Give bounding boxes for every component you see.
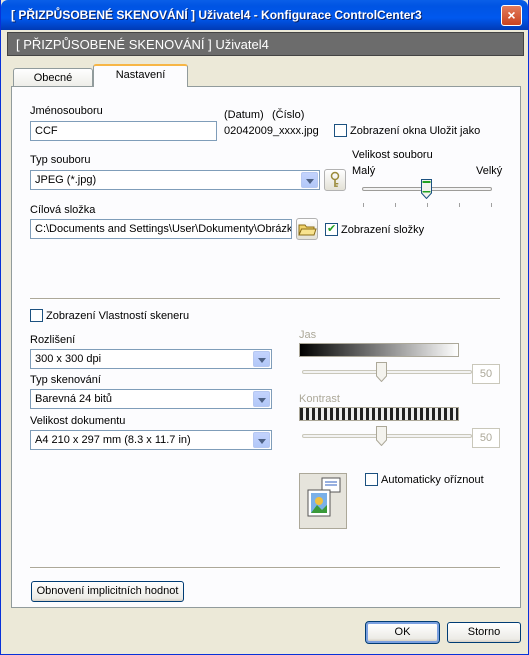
contrast-label: Kontrast bbox=[299, 393, 340, 405]
docsize-value: A4 210 x 297 mm (8.3 x 11.7 in) bbox=[35, 434, 191, 446]
resolution-value: 300 x 300 dpi bbox=[35, 353, 102, 365]
filename-preview: 02042009_xxxx.jpg bbox=[224, 125, 319, 137]
contrast-slider-track[interactable] bbox=[302, 434, 472, 438]
tab-nastaveni[interactable]: Nastavení bbox=[93, 64, 188, 87]
close-button[interactable]: × bbox=[501, 5, 522, 26]
show-folder-label: Zobrazení složky bbox=[341, 224, 425, 236]
scanner-properties-checkbox[interactable] bbox=[30, 309, 43, 322]
dialog-window: [ PŘIZPŮSOBENÉ SKENOVÁNÍ ] Uživatel4 - K… bbox=[0, 0, 529, 655]
filetype-select[interactable]: JPEG (*.jpg) bbox=[30, 170, 320, 190]
autocrop-label: Automaticky oříznout bbox=[381, 474, 484, 486]
brightness-gradient bbox=[299, 343, 459, 357]
tab-obecne[interactable]: Obecné bbox=[13, 68, 93, 88]
filesize-small-label: Malý bbox=[352, 165, 376, 177]
brightness-slider-thumb[interactable] bbox=[376, 362, 387, 383]
filename-label: Jménosouboru bbox=[30, 105, 103, 117]
contrast-pattern bbox=[299, 407, 459, 421]
browse-folder-button[interactable] bbox=[296, 218, 318, 240]
docsize-select[interactable]: A4 210 x 297 mm (8.3 x 11.7 in) bbox=[30, 430, 272, 450]
chevron-down-icon bbox=[301, 172, 318, 188]
resolution-select[interactable]: 300 x 300 dpi bbox=[30, 349, 272, 369]
filename-input[interactable]: CCF bbox=[30, 121, 217, 141]
scantype-value: Barevná 24 bitů bbox=[35, 393, 113, 405]
ok-button[interactable]: OK bbox=[365, 621, 440, 644]
save-as-checkbox[interactable] bbox=[334, 124, 347, 137]
key-icon bbox=[330, 171, 340, 187]
chevron-down-icon bbox=[253, 391, 270, 407]
settings-panel: Jménosouboru CCF (Datum) (Číslo) 0204200… bbox=[11, 86, 521, 608]
filesize-large-label: Velký bbox=[476, 165, 503, 177]
chevron-down-icon bbox=[253, 351, 270, 367]
datum-label: (Datum) bbox=[224, 109, 264, 121]
chevron-down-icon bbox=[253, 432, 270, 448]
close-icon: × bbox=[507, 7, 516, 23]
contrast-slider-thumb[interactable] bbox=[376, 426, 387, 447]
resolution-label: Rozlišení bbox=[30, 334, 76, 346]
scanner-properties-label: Zobrazení Vlastností skeneru bbox=[46, 310, 190, 322]
brightness-value[interactable]: 50 bbox=[472, 364, 500, 384]
header-title: [ PŘIZPŮSOBENÉ SKENOVÁNÍ ] Uživatel4 bbox=[16, 37, 269, 52]
save-as-label: Zobrazení okna Uložit jako bbox=[350, 125, 481, 137]
separator bbox=[30, 567, 500, 569]
docsize-label: Velikost dokumentu bbox=[30, 415, 126, 427]
autocrop-checkbox[interactable] bbox=[365, 473, 378, 486]
folder-icon bbox=[298, 224, 317, 236]
brightness-label: Jas bbox=[299, 329, 317, 341]
folder-input[interactable]: C:\Documents and Settings\User\Dokumenty… bbox=[30, 219, 292, 239]
filetype-options-button[interactable] bbox=[324, 169, 346, 191]
tab-label: Obecné bbox=[33, 72, 73, 84]
title-bar[interactable]: [ PŘIZPŮSOBENÉ SKENOVÁNÍ ] Uživatel4 - K… bbox=[1, 0, 528, 30]
brightness-slider-track[interactable] bbox=[302, 370, 472, 374]
filesize-label: Velikost souboru bbox=[352, 149, 433, 161]
scantype-label: Typ skenování bbox=[30, 374, 101, 386]
restore-defaults-button[interactable]: Obnovení implicitních hodnot bbox=[31, 581, 184, 602]
separator bbox=[30, 298, 500, 300]
cislo-label: (Číslo) bbox=[272, 109, 305, 121]
photo-icon bbox=[307, 477, 341, 517]
filetype-value: JPEG (*.jpg) bbox=[35, 174, 97, 186]
cancel-button[interactable]: Storno bbox=[447, 622, 521, 643]
contrast-value[interactable]: 50 bbox=[472, 428, 500, 448]
filetype-label: Typ souboru bbox=[30, 154, 91, 166]
autocrop-image bbox=[299, 473, 347, 529]
window-title: [ PŘIZPŮSOBENÉ SKENOVÁNÍ ] Uživatel4 - K… bbox=[11, 8, 422, 22]
filesize-slider-thumb[interactable] bbox=[421, 179, 432, 200]
tab-label: Nastavení bbox=[115, 69, 166, 81]
folder-label: Cílová složka bbox=[30, 204, 96, 216]
scantype-select[interactable]: Barevná 24 bitů bbox=[30, 389, 272, 409]
header-banner: [ PŘIZPŮSOBENÉ SKENOVÁNÍ ] Uživatel4 bbox=[7, 32, 524, 56]
show-folder-checkbox[interactable] bbox=[325, 222, 338, 236]
